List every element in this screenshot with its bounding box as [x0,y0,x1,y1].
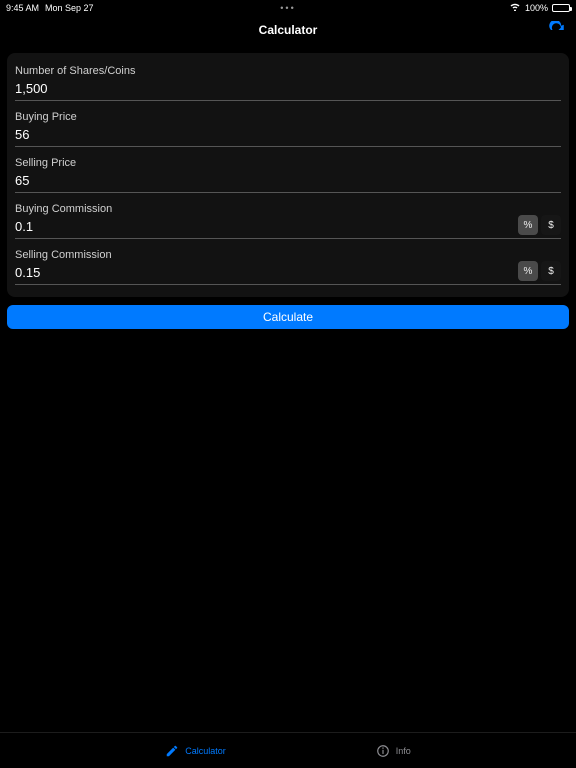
status-right: 100% [509,2,570,13]
sell-commission-label: Selling Commission [15,249,561,261]
buy-price-input[interactable] [15,125,561,147]
sell-price-label: Selling Price [15,157,561,169]
buy-commission-toggle: % $ [518,215,561,235]
calculator-icon [165,744,179,758]
tab-info[interactable]: Info [376,744,411,758]
battery-percent: 100% [525,3,548,13]
nav-header: Calculator [0,15,576,45]
buy-commission-label: Buying Commission [15,203,561,215]
sell-commission-toggle: % $ [518,261,561,281]
buy-commission-field: Buying Commission % $ [15,203,561,239]
shares-input[interactable] [15,79,561,101]
sell-price-field: Selling Price [15,157,561,193]
buy-commission-input[interactable] [15,217,561,239]
tab-info-label: Info [396,746,411,756]
calculate-button[interactable]: Calculate [7,305,569,329]
info-icon [376,744,390,758]
calculator-form: Number of Shares/Coins Buying Price Sell… [7,53,569,297]
sell-commission-field: Selling Commission % $ [15,249,561,285]
sell-commission-percent-button[interactable]: % [518,261,538,281]
status-bar: 9:45 AM Mon Sep 27 ••• 100% [0,0,576,15]
tab-calculator-label: Calculator [185,746,226,756]
sell-commission-dollar-button[interactable]: $ [541,261,561,281]
shares-field: Number of Shares/Coins [15,65,561,101]
page-title: Calculator [259,23,318,37]
tab-calculator[interactable]: Calculator [165,744,226,758]
status-date: Mon Sep 27 [45,3,94,13]
buy-price-label: Buying Price [15,111,561,123]
sell-price-input[interactable] [15,171,561,193]
tab-bar: Calculator Info [0,732,576,768]
sell-commission-input[interactable] [15,263,561,285]
shares-label: Number of Shares/Coins [15,65,561,77]
status-dots: ••• [280,3,295,13]
status-left: 9:45 AM Mon Sep 27 [6,3,94,13]
refresh-button[interactable] [548,21,566,39]
buy-price-field: Buying Price [15,111,561,147]
wifi-icon [509,2,521,13]
buy-commission-percent-button[interactable]: % [518,215,538,235]
buy-commission-dollar-button[interactable]: $ [541,215,561,235]
battery-icon [552,4,570,12]
status-time: 9:45 AM [6,3,39,13]
